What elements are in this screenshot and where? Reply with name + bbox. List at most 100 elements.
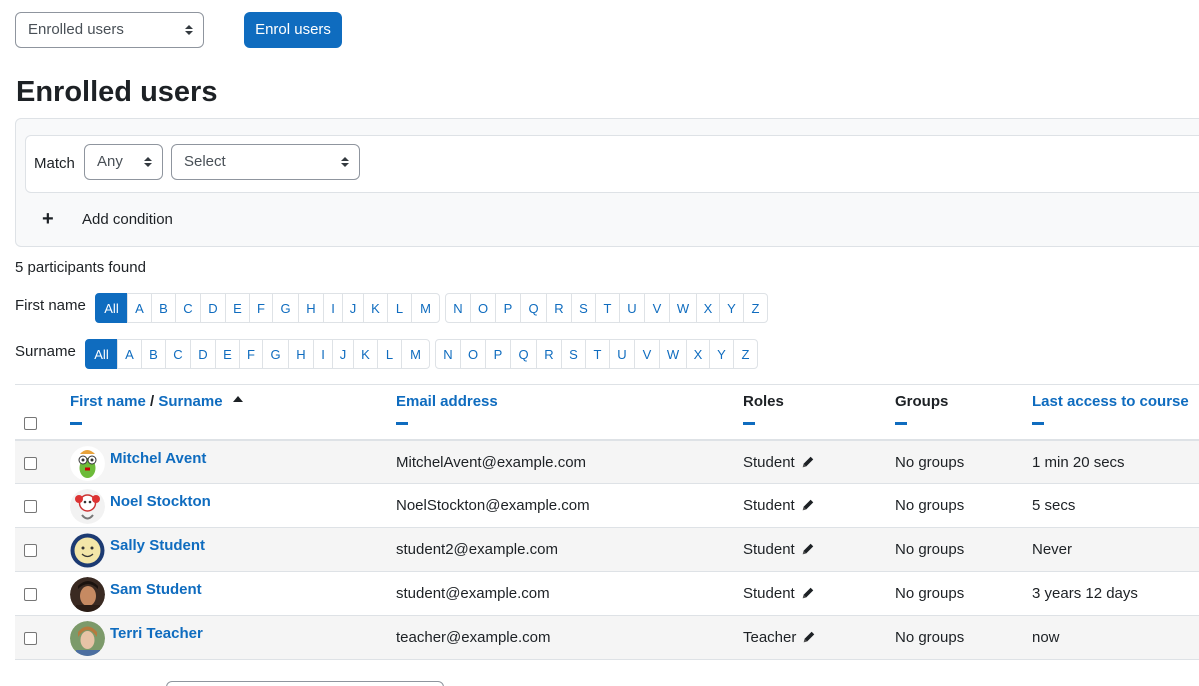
initial-w-button[interactable]: W bbox=[669, 293, 697, 323]
page-select[interactable]: Enrolled users bbox=[15, 12, 204, 48]
initial-p-button[interactable]: P bbox=[485, 339, 511, 369]
user-role: Student bbox=[743, 453, 795, 471]
edit-role-icon[interactable] bbox=[802, 630, 816, 644]
initial-v-button[interactable]: V bbox=[644, 293, 670, 323]
initial-k-button[interactable]: K bbox=[363, 293, 388, 323]
initial-u-button[interactable]: U bbox=[609, 339, 635, 369]
initial-y-button[interactable]: Y bbox=[719, 293, 744, 323]
user-name-link[interactable]: Sally Student bbox=[110, 537, 205, 554]
edit-role-icon[interactable] bbox=[801, 542, 815, 556]
initial-f-button[interactable]: F bbox=[239, 339, 263, 369]
edit-role-icon[interactable] bbox=[801, 455, 815, 469]
collapse-column-icon[interactable] bbox=[70, 422, 82, 425]
initial-f-button[interactable]: F bbox=[249, 293, 273, 323]
user-name-link[interactable]: Noel Stockton bbox=[110, 493, 211, 510]
user-name-link[interactable]: Terri Teacher bbox=[110, 625, 203, 642]
initial-b-button[interactable]: B bbox=[151, 293, 176, 323]
edit-role-icon[interactable] bbox=[801, 498, 815, 512]
initial-s-button[interactable]: S bbox=[571, 293, 596, 323]
user-name-link[interactable]: Mitchel Avent bbox=[110, 450, 206, 467]
sort-surname-link[interactable]: Surname bbox=[158, 393, 222, 410]
initial-n-button[interactable]: N bbox=[435, 339, 461, 369]
sort-first-name-link[interactable]: First name bbox=[70, 393, 146, 410]
initial-g-button[interactable]: G bbox=[272, 293, 299, 323]
initial-c-button[interactable]: C bbox=[165, 339, 191, 369]
collapse-column-icon[interactable] bbox=[743, 422, 755, 425]
row-select-checkbox[interactable] bbox=[24, 632, 37, 645]
initial-e-button[interactable]: E bbox=[215, 339, 240, 369]
sort-last-access-link[interactable]: Last access to course bbox=[1032, 393, 1189, 410]
initial-z-button[interactable]: Z bbox=[743, 293, 768, 323]
initial-c-button[interactable]: C bbox=[175, 293, 201, 323]
first-name-initials-bar: All A B C D E F G H I J K L M N O P Q R S T U V W X Y Z bbox=[95, 293, 768, 323]
collapse-column-icon[interactable] bbox=[396, 422, 408, 425]
initial-u-button[interactable]: U bbox=[619, 293, 645, 323]
initial-p-button[interactable]: P bbox=[495, 293, 521, 323]
user-role: Student bbox=[743, 497, 795, 514]
initial-j-button[interactable]: J bbox=[342, 293, 364, 323]
row-select-checkbox[interactable] bbox=[24, 544, 37, 557]
user-email: MitchelAvent@example.com bbox=[396, 453, 587, 471]
roles-header: Roles bbox=[743, 393, 784, 410]
initial-z-button[interactable]: Z bbox=[733, 339, 758, 369]
collapse-column-icon[interactable] bbox=[1032, 422, 1044, 425]
initial-o-button[interactable]: O bbox=[470, 293, 496, 323]
table-row: Terri Teacher teacher@example.com Teacher N… bbox=[15, 615, 1199, 660]
sort-email-link[interactable]: Email address bbox=[396, 393, 498, 410]
initial-d-button[interactable]: D bbox=[190, 339, 216, 369]
initial-x-button[interactable]: X bbox=[686, 339, 710, 369]
initial-n-button[interactable]: N bbox=[445, 293, 471, 323]
initial-s-button[interactable]: S bbox=[561, 339, 586, 369]
participants-count: 5 participants found bbox=[15, 259, 146, 276]
initial-e-button[interactable]: E bbox=[225, 293, 250, 323]
initial-r-button[interactable]: R bbox=[546, 293, 572, 323]
user-name-link[interactable]: Sam Student bbox=[110, 581, 202, 598]
surname-initials-label: Surname bbox=[15, 343, 76, 360]
match-select[interactable]: Any bbox=[84, 144, 163, 180]
initial-h-button[interactable]: H bbox=[288, 339, 314, 369]
initial-w-button[interactable]: W bbox=[659, 339, 687, 369]
plus-icon: + bbox=[42, 208, 54, 230]
initial-y-button[interactable]: Y bbox=[709, 339, 734, 369]
surname-initials-bar: All A B C D E F G H I J K L M N O P Q R S T U V W X Y Z bbox=[85, 339, 758, 369]
initial-h-button[interactable]: H bbox=[298, 293, 324, 323]
initial-o-button[interactable]: O bbox=[460, 339, 486, 369]
initial-a-button[interactable]: A bbox=[127, 293, 152, 323]
initial-v-button[interactable]: V bbox=[634, 339, 660, 369]
row-select-checkbox[interactable] bbox=[24, 456, 37, 470]
initial-d-button[interactable]: D bbox=[200, 293, 226, 323]
initial-j-button[interactable]: J bbox=[332, 339, 354, 369]
initial-k-button[interactable]: K bbox=[353, 339, 378, 369]
initial-all-button[interactable]: All bbox=[85, 339, 118, 369]
filter-type-select[interactable]: Select bbox=[171, 144, 360, 180]
initial-b-button[interactable]: B bbox=[141, 339, 166, 369]
initial-a-button[interactable]: A bbox=[117, 339, 142, 369]
avatar bbox=[70, 577, 105, 612]
initial-m-button[interactable]: M bbox=[411, 293, 440, 323]
initial-i-button[interactable]: I bbox=[323, 293, 343, 323]
row-select-checkbox[interactable] bbox=[24, 500, 37, 513]
initial-q-button[interactable]: Q bbox=[510, 339, 537, 369]
first-name-initials-label: First name bbox=[15, 297, 86, 314]
user-groups: No groups bbox=[895, 585, 965, 602]
initial-l-button[interactable]: L bbox=[387, 293, 412, 323]
initial-t-button[interactable]: T bbox=[585, 339, 610, 369]
per-page-select[interactable] bbox=[166, 681, 444, 686]
initial-x-button[interactable]: X bbox=[696, 293, 720, 323]
initial-g-button[interactable]: G bbox=[262, 339, 289, 369]
row-select-checkbox[interactable] bbox=[24, 588, 37, 601]
initial-r-button[interactable]: R bbox=[536, 339, 562, 369]
user-role: Student bbox=[743, 585, 795, 602]
user-last-access: 5 secs bbox=[1032, 497, 1076, 514]
enrol-users-button[interactable]: Enrol users bbox=[244, 12, 342, 48]
edit-role-icon[interactable] bbox=[801, 586, 815, 600]
initial-l-button[interactable]: L bbox=[377, 339, 402, 369]
initial-q-button[interactable]: Q bbox=[520, 293, 547, 323]
initial-t-button[interactable]: T bbox=[595, 293, 620, 323]
initial-i-button[interactable]: I bbox=[313, 339, 333, 369]
table-row: Mitchel Avent MitchelAvent@example.com Stu… bbox=[15, 439, 1199, 484]
initial-all-button[interactable]: All bbox=[95, 293, 128, 323]
initial-m-button[interactable]: M bbox=[401, 339, 430, 369]
select-all-checkbox[interactable] bbox=[24, 417, 37, 430]
collapse-column-icon[interactable] bbox=[895, 422, 907, 425]
